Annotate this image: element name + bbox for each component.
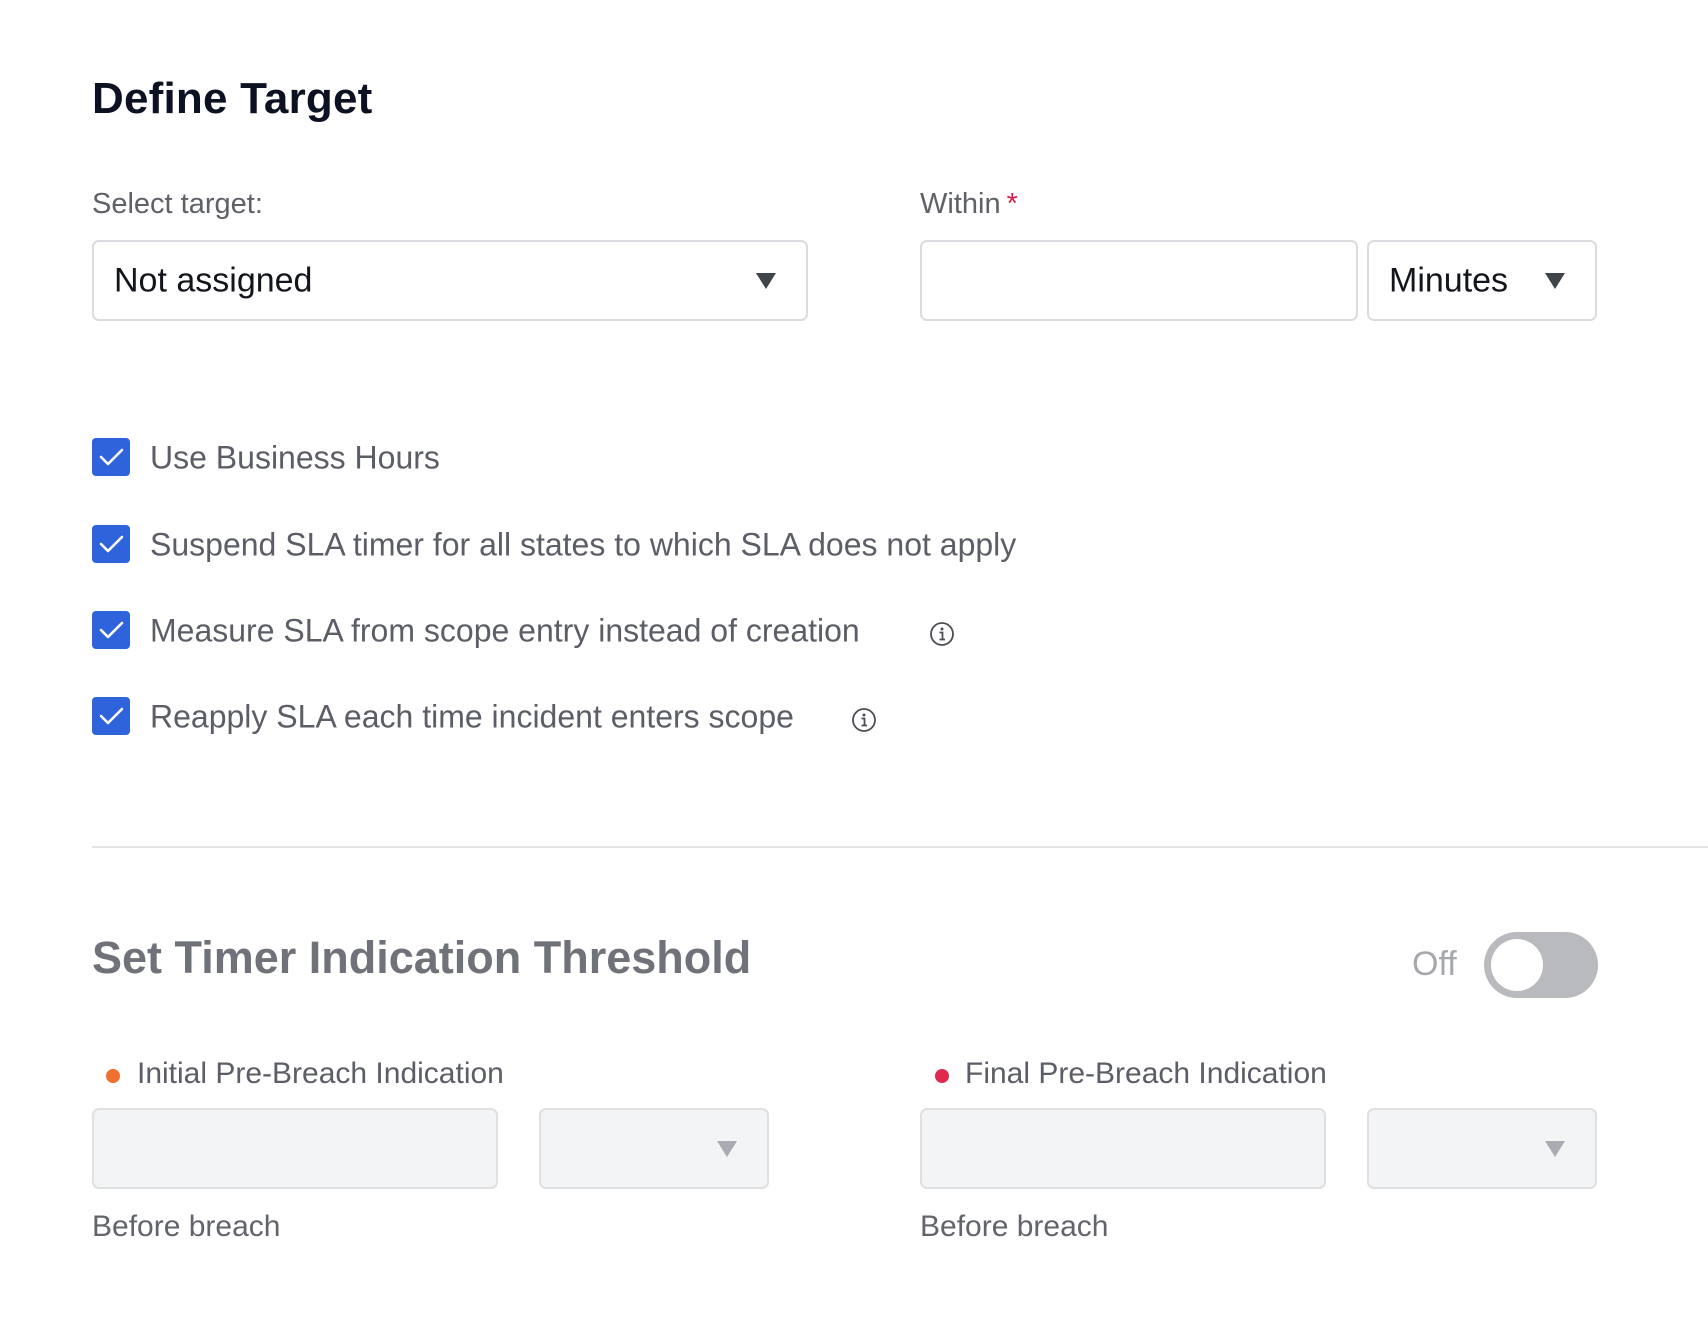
option-label: Reapply SLA each time incident enters sc… bbox=[150, 698, 794, 735]
unit-dropdown[interactable]: Minutes bbox=[1367, 240, 1597, 321]
final-value-input[interactable] bbox=[920, 1108, 1326, 1189]
chevron-down-icon bbox=[1545, 1140, 1565, 1157]
option-label: Use Business Hours bbox=[150, 439, 440, 476]
within-input[interactable] bbox=[920, 240, 1358, 321]
final-pre-breach-label: Final Pre-Breach Indication bbox=[965, 1057, 1327, 1090]
select-target-dropdown[interactable]: Not assigned bbox=[92, 240, 808, 321]
section-divider bbox=[92, 846, 1708, 848]
chevron-down-icon bbox=[756, 272, 776, 289]
info-icon[interactable] bbox=[929, 621, 955, 647]
option-label: Suspend SLA timer for all states to whic… bbox=[150, 526, 1017, 563]
checkbox-checked[interactable] bbox=[92, 611, 130, 649]
info-icon[interactable] bbox=[851, 707, 877, 733]
threshold-heading: Set Timer Indication Threshold bbox=[92, 932, 752, 983]
checkmark-icon bbox=[99, 448, 124, 466]
threshold-toggle[interactable] bbox=[1484, 932, 1598, 998]
chevron-down-icon bbox=[1545, 272, 1565, 289]
within-field[interactable] bbox=[922, 242, 1356, 319]
final-unit-dropdown[interactable] bbox=[1367, 1108, 1597, 1189]
checkmark-icon bbox=[99, 535, 124, 553]
initial-pre-breach-label: Initial Pre-Breach Indication bbox=[137, 1057, 504, 1090]
checkbox-checked[interactable] bbox=[92, 697, 130, 735]
initial-indicator-dot bbox=[106, 1069, 120, 1083]
toggle-state-label: Off bbox=[1412, 945, 1457, 983]
toggle-knob bbox=[1491, 939, 1543, 991]
final-indicator-dot bbox=[935, 1069, 949, 1083]
select-target-value: Not assigned bbox=[114, 261, 313, 299]
select-target-label: Select target: bbox=[92, 188, 263, 220]
within-label-text: Within bbox=[920, 188, 1001, 220]
initial-value-input[interactable] bbox=[92, 1108, 498, 1189]
final-before-breach-hint: Before breach bbox=[920, 1210, 1109, 1243]
define-target-heading: Define Target bbox=[92, 74, 373, 123]
unit-value: Minutes bbox=[1389, 261, 1509, 299]
chevron-down-icon bbox=[717, 1140, 737, 1157]
initial-value-field[interactable] bbox=[94, 1110, 496, 1187]
required-asterisk: * bbox=[1006, 188, 1018, 220]
checkbox-checked[interactable] bbox=[92, 438, 130, 476]
checkmark-icon bbox=[99, 621, 124, 639]
checkmark-icon bbox=[99, 707, 124, 725]
final-value-field[interactable] bbox=[922, 1110, 1324, 1187]
initial-unit-dropdown[interactable] bbox=[539, 1108, 769, 1189]
option-label: Measure SLA from scope entry instead of … bbox=[150, 612, 860, 649]
within-label: Within * bbox=[920, 188, 1018, 221]
initial-before-breach-hint: Before breach bbox=[92, 1210, 281, 1243]
checkbox-checked[interactable] bbox=[92, 525, 130, 563]
